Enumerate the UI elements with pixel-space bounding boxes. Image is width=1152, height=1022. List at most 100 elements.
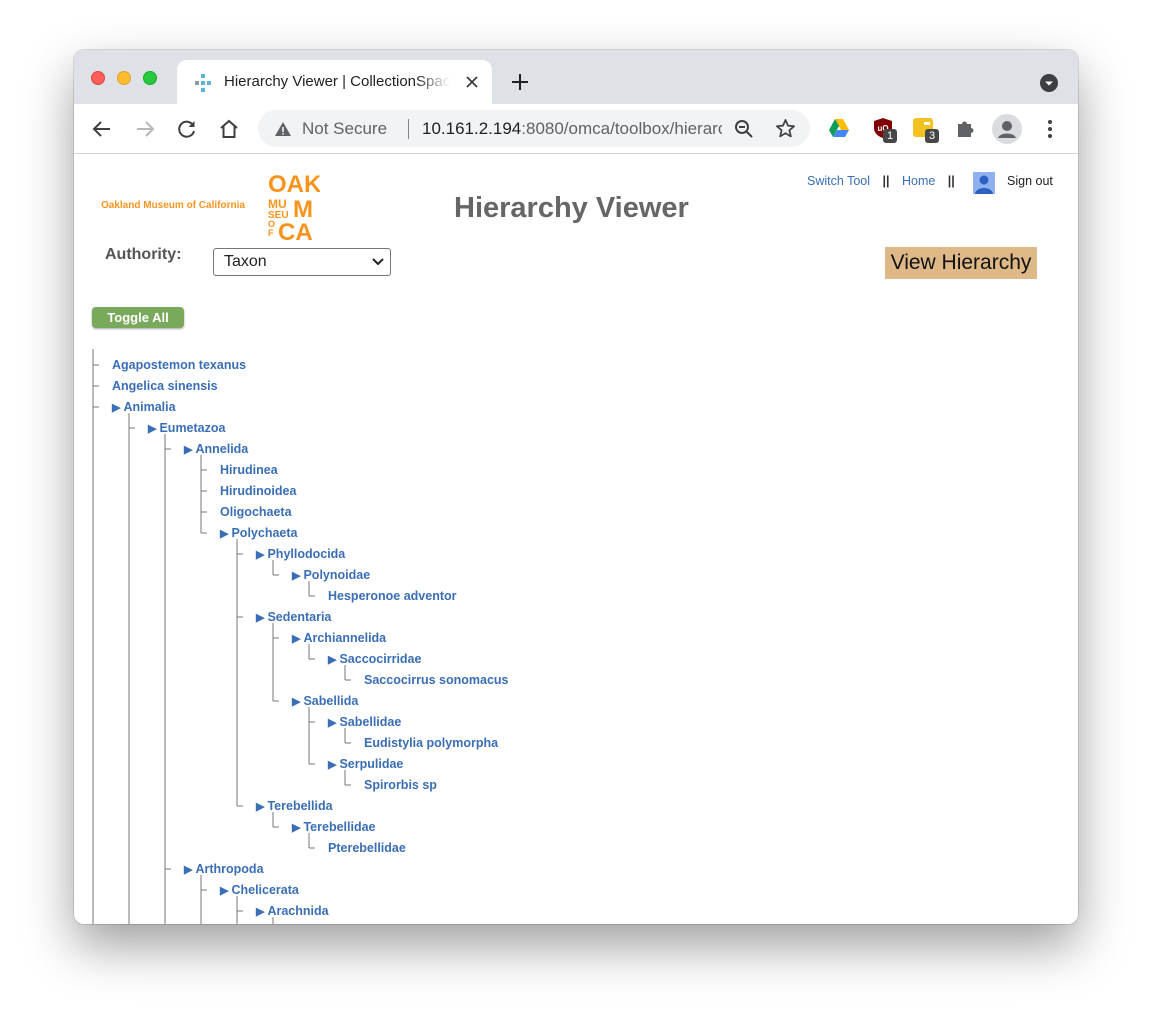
sign-out-link[interactable]: Sign out (1007, 174, 1053, 188)
expand-triangle-icon[interactable]: ▶ (292, 570, 300, 582)
expand-triangle-icon[interactable]: ▶ (328, 654, 336, 666)
tree-node[interactable]: ▶ Chelicerata (220, 882, 299, 899)
tree-node[interactable]: ▶ Sabellidae (328, 714, 401, 731)
expand-triangle-icon[interactable]: ▶ (292, 633, 300, 645)
minimize-window-button[interactable] (117, 71, 131, 85)
expand-triangle-icon[interactable]: ▶ (328, 759, 336, 771)
tree-node-label: Pterebellidae (328, 841, 406, 855)
expand-triangle-icon[interactable]: ▶ (148, 423, 156, 435)
home-icon[interactable] (218, 118, 240, 140)
tree-node[interactable]: ▶ Arthropoda (184, 861, 264, 878)
bookmark-star-icon[interactable] (775, 118, 796, 139)
tree-node[interactable]: ▶ Terebellidae (292, 819, 376, 836)
expand-triangle-icon[interactable]: ▶ (184, 864, 192, 876)
yellow-extension[interactable]: 3 (912, 116, 939, 143)
close-window-button[interactable] (91, 71, 105, 85)
page-title: Hierarchy Viewer (454, 192, 689, 224)
chevron-down-icon (372, 258, 384, 266)
tree-node[interactable]: Hesperonoe adventor (328, 588, 457, 604)
tree-node[interactable]: ▶ Polynoidae (292, 567, 370, 584)
back-arrow-icon[interactable] (91, 118, 113, 140)
tree-node[interactable]: Eudistylia polymorpha (364, 735, 498, 751)
zoom-icon[interactable] (734, 119, 754, 139)
tree-node-label: Eumetazoa (159, 421, 226, 435)
tree-node-label: Terebellidae (303, 820, 376, 834)
tree-node[interactable]: Hirudinea (220, 462, 278, 478)
tree-node[interactable]: ▶ Polychaeta (220, 525, 297, 542)
tab-close-icon[interactable] (463, 73, 481, 91)
ublock-badge: 1 (883, 129, 897, 143)
url-host: 10.161.2.194 (422, 119, 522, 138)
person-icon (998, 121, 1016, 138)
expand-triangle-icon[interactable]: ▶ (112, 402, 120, 414)
new-tab-icon[interactable] (510, 72, 530, 92)
tree-node-label: Chelicerata (231, 883, 299, 897)
tab-search-icon[interactable] (1039, 73, 1059, 93)
tree-node-label: Terebellida (267, 799, 333, 813)
tree-node[interactable]: ▶ Sedentaria (256, 609, 331, 626)
expand-triangle-icon[interactable]: ▶ (292, 696, 300, 708)
museum-name: Oakland Museum of California (101, 200, 245, 211)
tree-node-label: Sedentaria (267, 610, 332, 624)
authority-select-value: Taxon (224, 253, 267, 270)
tree-node[interactable]: Hirudinoidea (220, 483, 296, 499)
tree-node[interactable]: Agapostemon texanus (112, 357, 246, 373)
kebab-menu-icon[interactable] (1039, 118, 1061, 140)
zoom-window-button[interactable] (143, 71, 157, 85)
expand-triangle-icon[interactable]: ▶ (256, 906, 264, 918)
tree-node[interactable]: ▶ Eumetazoa (148, 420, 225, 437)
tree-node[interactable]: Pterebellidae (328, 840, 406, 856)
expand-triangle-icon[interactable]: ▶ (220, 528, 228, 540)
tree-node[interactable]: ▶ Annelida (184, 441, 248, 458)
tree-node[interactable]: ▶ Saccocirridae (328, 651, 421, 668)
toggle-all-button[interactable]: Toggle All (92, 307, 184, 328)
expand-triangle-icon[interactable]: ▶ (256, 801, 264, 813)
ublock-extension[interactable]: uO 1 (871, 116, 897, 143)
browser-tab[interactable]: Hierarchy Viewer | CollectionSpace (177, 60, 492, 104)
expand-triangle-icon[interactable]: ▶ (256, 612, 264, 624)
home-link[interactable]: Home (902, 174, 935, 188)
tree-node-label: Polynoidae (303, 568, 371, 582)
tree-node[interactable]: ▶ Phyllodocida (256, 546, 345, 563)
address-bar[interactable]: Not Secure 10.161.2.194:8080/omca/toolbo… (258, 110, 810, 147)
tree-node[interactable]: Saccocirrus sonomacus (364, 672, 509, 688)
svg-text:MU: MU (268, 197, 287, 211)
expand-triangle-icon[interactable]: ▶ (328, 717, 336, 729)
svg-text:OAK: OAK (268, 171, 320, 198)
browser-toolbar: Not Secure 10.161.2.194:8080/omca/toolbo… (74, 104, 1078, 154)
profile-avatar[interactable] (992, 114, 1022, 144)
warning-icon[interactable] (274, 120, 292, 138)
authority-select[interactable]: Taxon (213, 248, 391, 276)
google-drive-icon[interactable] (827, 116, 851, 140)
omca-logo: OAK MU SEU O F M CA (268, 171, 320, 240)
expand-triangle-icon[interactable]: ▶ (256, 549, 264, 561)
puzzle-icon[interactable] (954, 116, 978, 140)
url-text[interactable]: 10.161.2.194:8080/omca/toolbox/hierarchy… (422, 119, 722, 139)
reload-icon[interactable] (176, 118, 198, 140)
expand-triangle-icon[interactable]: ▶ (184, 444, 192, 456)
user-avatar-icon (973, 172, 995, 194)
forward-arrow-icon[interactable] (134, 118, 156, 140)
tree-node[interactable]: Spirorbis sp (364, 777, 437, 793)
tree-node-label: Polychaeta (231, 526, 298, 540)
tree-node[interactable]: ▶ Animalia (112, 399, 176, 416)
tree-node[interactable]: ▶ Serpulidae (328, 756, 403, 773)
tree-node-label: Hirudinoidea (220, 484, 297, 498)
expand-triangle-icon[interactable]: ▶ (220, 885, 228, 897)
not-secure-label[interactable]: Not Secure (302, 119, 387, 139)
tree-node[interactable]: Angelica sinensis (112, 378, 218, 394)
switch-tool-link[interactable]: Switch Tool (807, 174, 870, 188)
tree-node-label: Arthropoda (195, 862, 264, 876)
expand-triangle-icon[interactable]: ▶ (292, 822, 300, 834)
tree-node[interactable]: Oligochaeta (220, 504, 292, 520)
view-hierarchy-button[interactable]: View Hierarchy (885, 247, 1037, 279)
page-content: Oakland Museum of California OAK MU SEU … (74, 154, 1078, 924)
tree-node-label: Animalia (123, 400, 176, 414)
tree-node[interactable]: ▶ Terebellida (256, 798, 333, 815)
tree-node[interactable]: ▶ Sabellida (292, 693, 358, 710)
tree-node-label: Eudistylia polymorpha (364, 736, 499, 750)
tree-node-label: Archiannelida (303, 631, 387, 645)
collectionspace-favicon-icon (195, 74, 211, 92)
tree-node[interactable]: ▶ Archiannelida (292, 630, 386, 647)
tree-node[interactable]: ▶ Arachnida (256, 903, 329, 920)
